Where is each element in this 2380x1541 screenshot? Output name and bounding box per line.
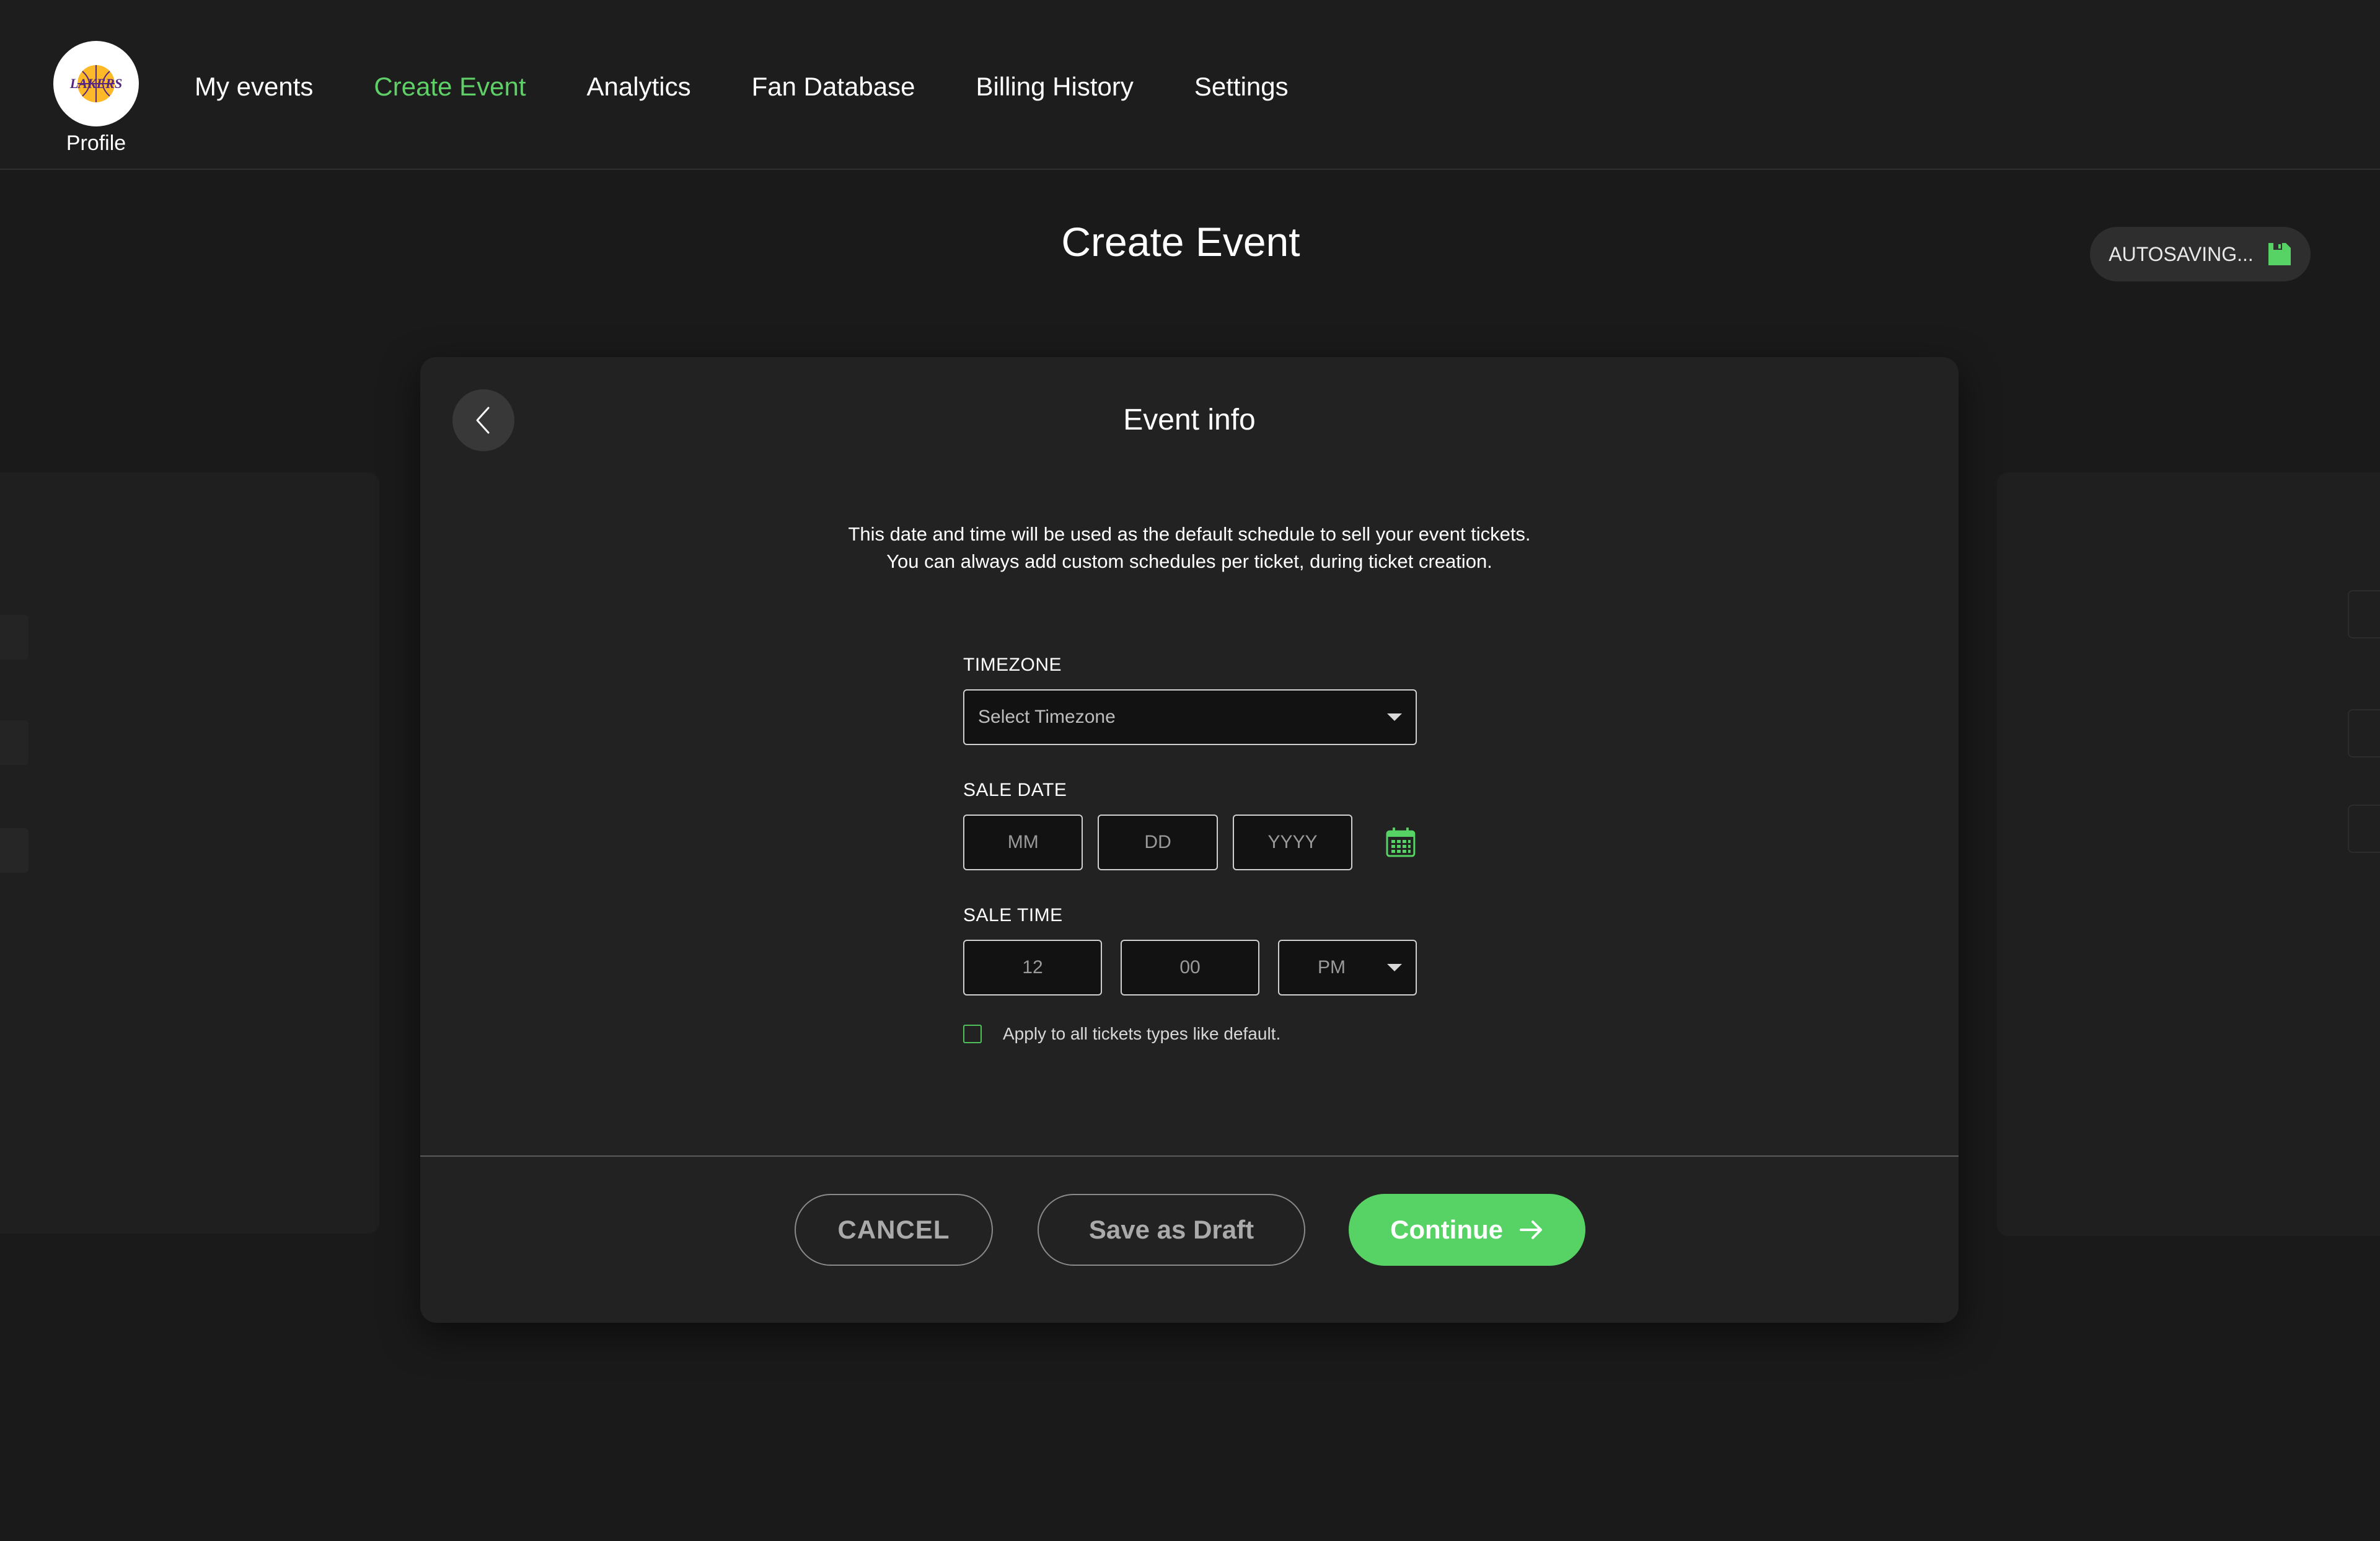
- previous-step-card: [0, 472, 379, 1234]
- sale-date-label: SALE DATE: [963, 780, 1067, 800]
- ghost-field: [2348, 590, 2380, 638]
- ghost-field: [0, 615, 29, 660]
- ghost-field: [2348, 805, 2380, 853]
- day-input[interactable]: DD: [1098, 815, 1218, 870]
- sale-time-row: 12 00 PM: [963, 940, 1417, 996]
- lakers-logo-icon: LAKERS: [69, 65, 122, 102]
- top-navigation-bar: LAKERS Profile My events Create Event An…: [0, 0, 2380, 170]
- event-info-card: Event info This date and time will be us…: [420, 357, 1959, 1323]
- ghost-field: [2348, 709, 2380, 757]
- profile-button[interactable]: LAKERS Profile: [53, 41, 139, 159]
- schedule-form: TIMEZONE Select Timezone SALE DATE MM DD…: [963, 655, 1417, 1044]
- autosave-indicator: AUTOSAVING...: [2090, 227, 2311, 281]
- minute-input[interactable]: 00: [1121, 940, 1259, 996]
- card-title: Event info: [1123, 404, 1256, 436]
- next-step-card: [1997, 472, 2380, 1236]
- apply-all-label: Apply to all tickets types like default.: [1003, 1024, 1281, 1043]
- ghost-field: [0, 828, 29, 873]
- timezone-label: TIMEZONE: [963, 655, 1062, 675]
- team-logo-avatar[interactable]: LAKERS: [53, 41, 139, 126]
- ampm-select[interactable]: PM: [1278, 940, 1417, 996]
- ampm-value: PM: [1318, 957, 1346, 978]
- timezone-value: Select Timezone: [978, 707, 1116, 727]
- calendar-icon[interactable]: [1385, 826, 1417, 859]
- description: This date and time will be used as the d…: [420, 521, 1959, 575]
- save-draft-button[interactable]: Save as Draft: [1038, 1194, 1305, 1266]
- nav-billing-history[interactable]: Billing History: [976, 72, 1133, 102]
- floppy-disk-icon: [2268, 243, 2291, 265]
- hour-input[interactable]: 12: [963, 940, 1102, 996]
- apply-all-row: Apply to all tickets types like default.: [963, 1024, 1417, 1044]
- month-input[interactable]: MM: [963, 815, 1083, 870]
- sale-time-label: SALE TIME: [963, 905, 1063, 925]
- sale-date-row: MM DD YYYY: [963, 815, 1417, 870]
- caret-down-icon: [1387, 713, 1402, 721]
- main-nav: My events Create Event Analytics Fan Dat…: [195, 62, 1349, 112]
- caret-down-icon: [1387, 964, 1402, 971]
- autosave-label: AUTOSAVING...: [2109, 242, 2254, 265]
- nav-analytics[interactable]: Analytics: [587, 72, 691, 102]
- page-title: Create Event: [1061, 219, 1300, 265]
- timezone-select[interactable]: Select Timezone: [963, 689, 1417, 745]
- cancel-button[interactable]: CANCEL: [795, 1194, 993, 1266]
- year-input[interactable]: YYYY: [1232, 815, 1353, 870]
- description-line: You can always add custom schedules per …: [886, 550, 1492, 572]
- description-line: This date and time will be used as the d…: [848, 523, 1531, 545]
- arrow-right-icon: [1519, 1221, 1542, 1239]
- footer-divider: [420, 1155, 1959, 1157]
- nav-settings[interactable]: Settings: [1194, 72, 1289, 102]
- profile-label: Profile: [66, 131, 126, 155]
- nav-my-events[interactable]: My events: [195, 72, 313, 102]
- continue-label: Continue: [1390, 1215, 1503, 1244]
- nav-create-event[interactable]: Create Event: [374, 72, 526, 102]
- nav-fan-database[interactable]: Fan Database: [752, 72, 915, 102]
- continue-button[interactable]: Continue: [1349, 1194, 1585, 1266]
- ghost-field: [0, 720, 29, 765]
- svg-text:LAKERS: LAKERS: [69, 76, 122, 91]
- apply-all-checkbox[interactable]: [963, 1025, 982, 1043]
